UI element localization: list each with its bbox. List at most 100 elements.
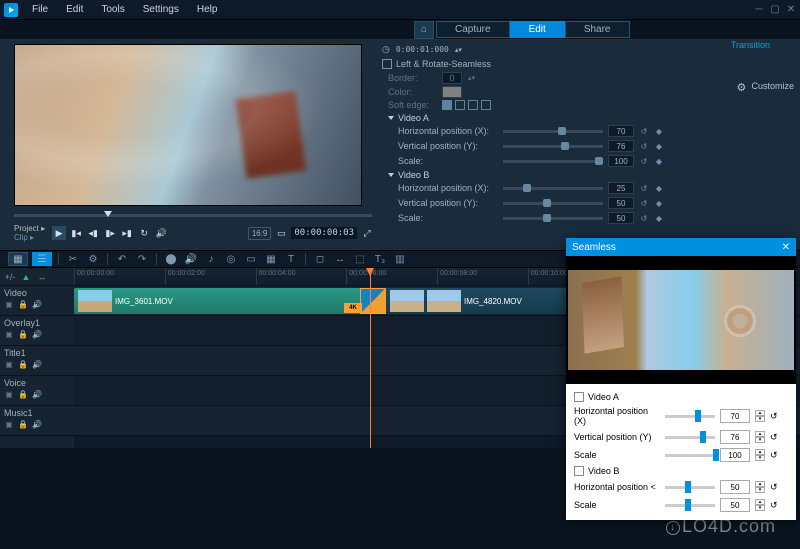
pan-zoom-icon[interactable]: ◻ xyxy=(312,252,328,266)
tab-edit[interactable]: Edit xyxy=(510,21,565,38)
menu-tools[interactable]: Tools xyxy=(93,2,132,17)
menu-help[interactable]: Help xyxy=(189,2,226,17)
clip-1[interactable]: IMG_3601.MOV xyxy=(74,288,372,314)
play-button[interactable]: ▶ xyxy=(52,226,66,240)
border-value-input[interactable]: 0 xyxy=(442,72,462,84)
video-a-value-input[interactable]: 100 xyxy=(608,155,634,167)
seamless-a-spinner[interactable]: ▴▾ xyxy=(755,410,765,422)
video-a-slider[interactable] xyxy=(503,160,603,163)
mask-icon[interactable]: ⬚ xyxy=(352,252,368,266)
video-b-checkbox[interactable] xyxy=(574,466,584,476)
next-frame-button[interactable]: ▮▸ xyxy=(103,226,117,240)
track-header-title1[interactable]: Title1▣🔒🔊 xyxy=(0,346,74,376)
track-insert-icon[interactable]: ▣ xyxy=(4,389,14,399)
keyframe-icon[interactable]: ◆ xyxy=(654,213,664,223)
menu-file[interactable]: File xyxy=(24,2,56,17)
customize-button[interactable]: Customize xyxy=(736,72,794,100)
color-swatch[interactable] xyxy=(442,86,462,98)
preview-viewport[interactable] xyxy=(14,44,362,206)
track-mute-icon[interactable]: 🔊 xyxy=(32,329,42,339)
video-a-value-input[interactable]: 76 xyxy=(608,140,634,152)
maximize-button[interactable]: ▢ xyxy=(770,5,780,15)
timeline-view-tab[interactable]: ☰ xyxy=(32,252,52,266)
menu-settings[interactable]: Settings xyxy=(135,2,187,17)
keyframe-icon[interactable]: ◆ xyxy=(654,141,664,151)
chapter-icon[interactable]: T xyxy=(283,252,299,266)
reset-icon[interactable]: ↺ xyxy=(639,183,649,193)
reset-icon[interactable]: ↺ xyxy=(770,450,778,461)
preview-timecode[interactable]: 00:00:00:03 xyxy=(291,227,357,239)
track-header-voice[interactable]: Voice▣🔒🔊 xyxy=(0,376,74,406)
seamless-a-value-input[interactable]: 100 xyxy=(720,448,750,462)
undo-button[interactable]: ↶ xyxy=(114,252,130,266)
transition-clip[interactable] xyxy=(360,288,386,314)
reset-icon[interactable]: ↺ xyxy=(770,432,778,443)
seamless-a-spinner[interactable]: ▴▾ xyxy=(755,449,765,461)
track-insert-icon[interactable]: ▣ xyxy=(4,419,14,429)
video-b-value-input[interactable]: 50 xyxy=(608,212,634,224)
add-track-button[interactable]: +/- xyxy=(4,271,16,283)
record-button[interactable]: ⬤ xyxy=(163,252,179,266)
seamless-a-slider[interactable] xyxy=(665,436,715,439)
track-lock-icon[interactable]: 🔒 xyxy=(18,359,28,369)
subtitle-icon[interactable]: ▭ xyxy=(243,252,259,266)
reset-icon[interactable]: ↺ xyxy=(770,482,778,493)
seamless-b-slider[interactable] xyxy=(665,504,715,507)
track-insert-icon[interactable]: ▣ xyxy=(4,329,14,339)
home-button[interactable]: ⌂ xyxy=(414,21,434,39)
aspect-ratio-selector[interactable]: 16:9 xyxy=(248,227,272,240)
minimize-button[interactable]: ─ xyxy=(754,5,764,15)
softedge-3[interactable] xyxy=(481,100,491,110)
playhead[interactable] xyxy=(370,268,371,448)
video-b-slider[interactable] xyxy=(503,202,603,205)
close-button[interactable]: ✕ xyxy=(786,5,796,15)
track-insert-icon[interactable]: ▣ xyxy=(4,359,14,369)
video-b-group[interactable]: Video B xyxy=(388,170,794,180)
video-a-slider[interactable] xyxy=(503,145,603,148)
seamless-a-slider[interactable] xyxy=(665,454,715,457)
video-b-slider[interactable] xyxy=(503,217,603,220)
seamless-b-spinner[interactable]: ▴▾ xyxy=(755,481,765,493)
multicam-icon[interactable]: ▦ xyxy=(263,252,279,266)
video-a-slider[interactable] xyxy=(503,130,603,133)
video-a-group[interactable]: Video A xyxy=(388,113,794,123)
auto-music-icon[interactable]: ♪ xyxy=(203,252,219,266)
track-mute-icon[interactable]: 🔊 xyxy=(32,359,42,369)
dialog-close-button[interactable]: ✕ xyxy=(782,242,790,253)
seamless-a-value-input[interactable]: 70 xyxy=(720,409,750,423)
seamless-a-spinner[interactable]: ▴▾ xyxy=(755,431,765,443)
seamless-a-slider[interactable] xyxy=(665,415,715,418)
track-lock-icon[interactable]: 🔒 xyxy=(18,299,28,309)
keyframe-icon[interactable]: ◆ xyxy=(654,183,664,193)
scrubber-handle[interactable] xyxy=(104,211,112,217)
goto-end-button[interactable]: ▸▮ xyxy=(120,226,134,240)
tab-capture[interactable]: Capture xyxy=(436,21,510,38)
seamless-a-value-input[interactable]: 76 xyxy=(720,430,750,444)
motion-track-icon[interactable]: ◎ xyxy=(223,252,239,266)
reset-icon[interactable]: ↺ xyxy=(770,411,778,422)
video-b-slider[interactable] xyxy=(503,187,603,190)
track-header-overlay1[interactable]: Overlay1▣🔒🔊 xyxy=(0,316,74,346)
storyboard-view-tab[interactable]: ▦ xyxy=(8,252,28,266)
reset-icon[interactable]: ↺ xyxy=(770,500,778,511)
track-mute-icon[interactable]: 🔊 xyxy=(32,419,42,429)
seamless-b-value-input[interactable]: 50 xyxy=(720,498,750,512)
track-lock-icon[interactable]: 🔒 xyxy=(18,389,28,399)
tool-options-icon[interactable]: ⚙ xyxy=(85,252,101,266)
time-remap-icon[interactable]: ↔︎ xyxy=(332,252,348,266)
softedge-1[interactable] xyxy=(455,100,465,110)
menu-edit[interactable]: Edit xyxy=(58,2,91,17)
keyframe-icon[interactable]: ◆ xyxy=(654,198,664,208)
softedge-none[interactable] xyxy=(442,100,452,110)
reset-icon[interactable]: ↺ xyxy=(639,156,649,166)
reset-icon[interactable]: ↺ xyxy=(639,126,649,136)
track-mute-icon[interactable]: 🔊 xyxy=(32,389,42,399)
tab-share[interactable]: Share xyxy=(565,21,630,38)
track-insert-icon[interactable]: ▣ xyxy=(4,299,14,309)
track-lock-icon[interactable]: 🔒 xyxy=(18,329,28,339)
keyframe-icon[interactable]: ◆ xyxy=(654,156,664,166)
seamless-dialog[interactable]: Seamless ✕ Video A Horizontal position (… xyxy=(566,238,796,520)
video-a-checkbox[interactable] xyxy=(574,392,584,402)
video-a-value-input[interactable]: 70 xyxy=(608,125,634,137)
seamless-b-spinner[interactable]: ▴▾ xyxy=(755,499,765,511)
